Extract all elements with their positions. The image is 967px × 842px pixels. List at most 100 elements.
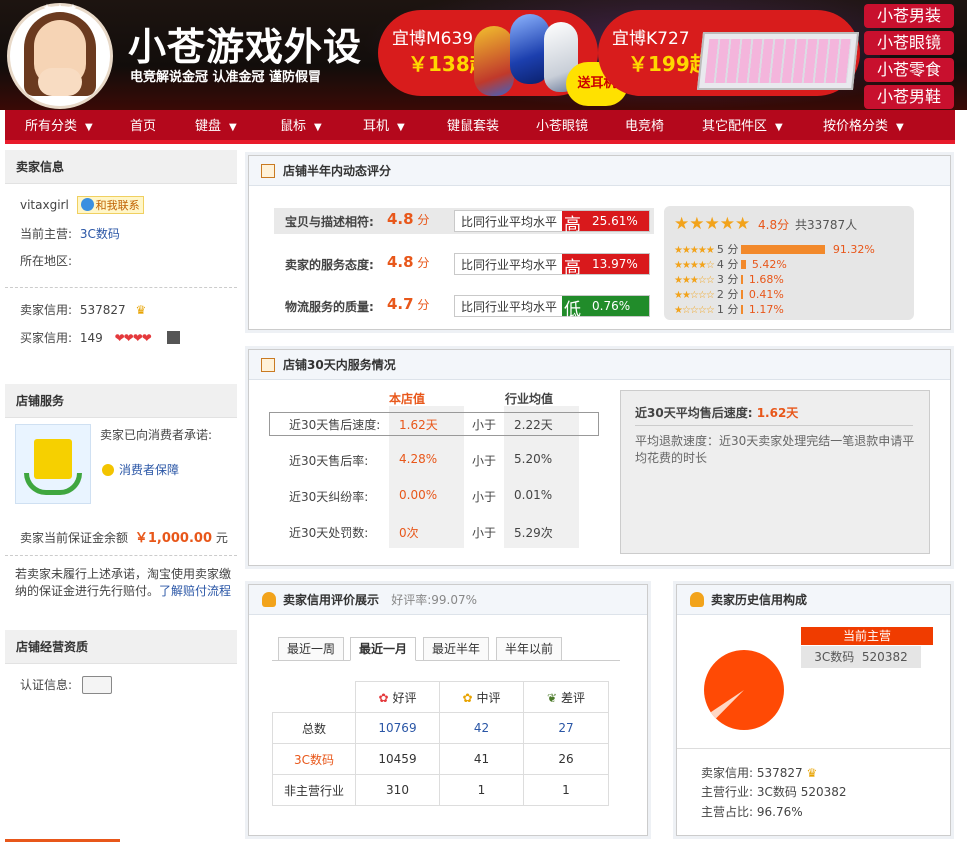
user-icon (262, 592, 276, 607)
service-detail-box: 近30天平均售后速度: 1.62天 平均退款速度：近30天卖家处理完结一笔退款申… (620, 390, 930, 554)
side-tag[interactable]: 小苍零食 (864, 58, 954, 82)
nav-home[interactable]: 首页 (130, 110, 156, 144)
left-sidebar: 卖家信息 vitaxgirl 和我联系 当前主营: 3C数码 所在地区: 卖家信… (5, 150, 237, 842)
mouse-gold-icon (474, 26, 514, 96)
service-row-shop: 1.62天 (399, 418, 438, 432)
caret-down-icon: ▼ (397, 122, 405, 133)
category-nav: 所有分类 ▼ 首页 键盘 ▼ 鼠标 ▼ 耳机 ▼ 键鼠套装 小苍眼镜 电竞椅 其它配件区… (5, 110, 955, 144)
service-row-label: 近30天纠纷率: (289, 490, 369, 504)
shop-avatar[interactable]: ★★★ (7, 3, 113, 109)
dsr-row-label: 物流服务的质量: (285, 300, 374, 314)
history-panel: 卖家历史信用构成 当前主营 3C数码 520382 卖家信用: 537827 ♛… (676, 584, 951, 836)
nav-headset[interactable]: 耳机 ▼ (363, 110, 405, 144)
consumer-guarantee[interactable]: 消费者保障 (102, 461, 179, 478)
tab-before-half-year[interactable]: 半年以前 (496, 637, 562, 661)
distribution-label: 1 分 (716, 303, 739, 316)
star-icon: ★★★★★ (674, 245, 715, 256)
history-main-row: 主营行业: 3C数码 520382 (701, 785, 847, 799)
keyboard-icon (696, 32, 860, 90)
table-cell-link[interactable]: 10769 (355, 712, 440, 744)
deposit-amount: ￥1,000.00 (134, 531, 212, 546)
nav-all-categories[interactable]: 所有分类 ▼ (25, 110, 93, 144)
service-row-avg: 5.29次 (514, 526, 553, 540)
detail-text: 平均退款速度：近30天卖家处理完结一笔退款申请平均花费的时长 (635, 434, 915, 465)
distribution-bar (740, 245, 825, 254)
table-cell-link[interactable]: 27 (523, 712, 609, 744)
dsr-compare-level: 高 25.61% (562, 211, 649, 235)
caret-down-icon: ▼ (314, 122, 322, 133)
nav-chair[interactable]: 电竞椅 (625, 110, 664, 144)
distribution-row: ★☆☆☆☆ 1 分 1.17% (674, 301, 909, 316)
distribution-label: 3 分 (716, 273, 739, 286)
side-tag[interactable]: 小苍男鞋 (864, 85, 954, 109)
summary-row: ★★★★★ 4.8分 共33787人 (674, 214, 858, 234)
divider (5, 287, 237, 288)
distribution-row: ★★☆☆☆ 2 分 0.41% (674, 286, 909, 301)
nav-keyboard[interactable]: 键盘 ▼ (195, 110, 237, 144)
service-row-less: 小于 (472, 490, 497, 504)
distribution-row: ★★★☆☆ 3 分 1.68% (674, 271, 909, 286)
tab-month[interactable]: 最近一月 (350, 637, 416, 661)
flower-good-icon: ✿ (378, 690, 389, 705)
contact-button[interactable]: 和我联系 (76, 196, 144, 214)
avatar-hands (38, 68, 82, 96)
service-row-shop: 0.00% (399, 488, 438, 502)
header-good: ✿ 好评 (355, 681, 440, 713)
seller-name[interactable]: vitaxgirl (20, 198, 69, 212)
distribution-pct: 1.68% (748, 273, 784, 286)
tab-half-year[interactable]: 最近半年 (423, 637, 489, 661)
side-tag[interactable]: 小苍眼镜 (864, 31, 954, 55)
distribution-bar (740, 290, 743, 299)
dsr-compare-level: 低 0.76% (562, 296, 649, 320)
promo-mouse-name: 宜博M639 (392, 29, 474, 49)
caret-down-icon: ▼ (229, 122, 237, 133)
compensation-link[interactable]: 了解赔付流程 (159, 584, 231, 598)
table-row: 总数 10769 42 27 (272, 712, 609, 744)
main-category-link[interactable]: 3C数码 (80, 227, 120, 241)
service-row-shop: 4.28% (399, 452, 438, 466)
distribution-bar (740, 275, 743, 284)
promo-keyboard-name: 宜博K727 (612, 29, 690, 49)
store-icon (261, 164, 275, 178)
history-panel-header: 卖家历史信用构成 (677, 585, 950, 615)
dsr-panel: 店铺半年内动态评分 宝贝与描述相符: 4.8 分 比同行业平均水平 高 25.61… (248, 155, 951, 330)
credit-table-header: ✿ 好评 ✿ 中评 ❦ 差评 (272, 681, 609, 713)
credit-panel: 卖家信用评价展示 好评率:99.07% 最近一周 最近一月 最近半年 半年以前 … (248, 584, 648, 836)
promise-text: 卖家已向消费者承诺: (100, 428, 213, 442)
nav-combo[interactable]: 键鼠套装 (447, 110, 499, 144)
user-icon (690, 592, 704, 607)
distribution-label: 2 分 (716, 288, 739, 301)
nav-glasses[interactable]: 小苍眼镜 (536, 110, 588, 144)
tab-week[interactable]: 最近一周 (278, 637, 344, 661)
nav-mouse[interactable]: 鼠标 ▼ (280, 110, 322, 144)
dsr-compare-bar: 比同行业平均水平 高 25.61% (454, 210, 650, 235)
side-tag[interactable]: 小苍男装 (864, 4, 954, 28)
promo-keyboard-price: ￥199起 (628, 52, 710, 76)
shop-service-title: 店铺服务 (5, 384, 237, 418)
service30-panel-header: 店铺30天内服务情况 (249, 350, 950, 380)
caret-down-icon: ▼ (85, 122, 93, 133)
distribution-pct: 5.42% (751, 258, 787, 271)
certificate-icon[interactable] (81, 676, 112, 694)
nav-accessories[interactable]: 其它配件区 ▼ (702, 110, 783, 144)
dsr-compare-bar: 比同行业平均水平 高 13.97% (454, 253, 650, 278)
credit-panel-header: 卖家信用评价展示 好评率:99.07% (249, 585, 647, 615)
cert-row: 认证信息: (20, 676, 112, 694)
shop-slogan: 电竞解说金冠 认准金冠 谨防假冒 (130, 70, 322, 85)
chat-icon (80, 198, 94, 211)
avatar-stars-icon: ★★★ (42, 3, 82, 14)
history-credit-row: 卖家信用: 537827 ♛ (701, 766, 818, 780)
table-cell-link[interactable]: 42 (439, 712, 524, 744)
distribution-pct: 1.17% (748, 303, 784, 316)
crown-icon[interactable]: ♛ (136, 303, 147, 317)
service-row-avg: 5.20% (514, 452, 553, 466)
service-row-less: 小于 (472, 454, 497, 468)
report-icon[interactable] (166, 331, 180, 344)
heart-rating-icon[interactable]: ❤❤❤❤ (115, 331, 152, 345)
guarantee-badge-icon (102, 464, 114, 476)
deposit-row: 卖家当前保证金余额 ￥1,000.00 元 (20, 531, 228, 546)
service-row-avg: 0.01% (514, 488, 553, 502)
nav-by-price[interactable]: 按价格分类 ▼ (823, 110, 904, 144)
seller-info-title: 卖家信息 (5, 150, 237, 184)
header-bad: ❦ 差评 (523, 681, 609, 713)
